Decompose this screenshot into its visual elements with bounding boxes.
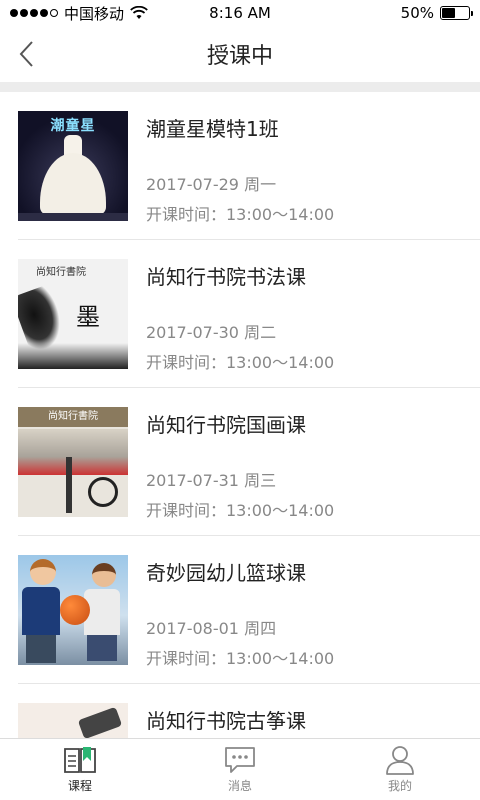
battery-percent: 50%: [400, 4, 434, 22]
tab-bar: 课程 消息 我的: [0, 738, 480, 800]
tab-messages[interactable]: 消息: [160, 739, 320, 800]
course-date: 2017-07-29 周一: [146, 175, 277, 194]
status-bar: 中国移动 8:16 AM 50%: [0, 0, 480, 26]
course-time: 开课时间：13:00～14:00: [146, 353, 335, 372]
tab-courses[interactable]: 课程: [0, 739, 160, 800]
course-info: 尚知行书院古筝课: [146, 703, 306, 738]
section-divider: [0, 82, 480, 92]
tab-label: 课程: [67, 779, 92, 793]
nav-bar: 授课中: [0, 26, 480, 82]
back-button[interactable]: [6, 34, 46, 74]
status-left: 中国移动: [10, 3, 148, 24]
battery-fill: [442, 8, 455, 18]
user-icon: [386, 746, 414, 775]
tab-profile[interactable]: 我的: [320, 739, 480, 800]
course-title: 尚知行书院国画课: [146, 413, 306, 437]
course-title: 潮童星模特1班: [146, 117, 279, 141]
course-time: 开课时间：13:00～14:00: [146, 649, 335, 668]
list-item[interactable]: 潮童星 潮童星模特1班 2017-07-29 周一 开课时间：13:00～14:…: [0, 92, 480, 240]
thumbnail-brand-text: 潮童星: [50, 118, 96, 134]
list-item[interactable]: 尚知行書院 墨 尚知行书院书法课 2017-07-30 周二 开课时间：13:0…: [0, 240, 480, 388]
course-thumbnail: [18, 703, 128, 738]
chat-icon: [225, 747, 255, 773]
course-thumbnail: 潮童星: [18, 111, 128, 221]
course-thumbnail: 尚知行書院: [18, 407, 128, 517]
course-title: 奇妙园幼儿篮球课: [146, 561, 306, 585]
battery-icon: [440, 6, 473, 20]
thumbnail-brand-text: 尚知行書院: [18, 407, 128, 427]
list-item[interactable]: 奇妙园幼儿篮球课 2017-08-01 周四 开课时间：13:00～14:00: [0, 536, 480, 684]
course-date: 2017-08-01 周四: [146, 619, 277, 638]
course-list: 潮童星 潮童星模特1班 2017-07-29 周一 开课时间：13:00～14:…: [0, 92, 480, 738]
course-time: 开课时间：13:00～14:00: [146, 205, 335, 224]
list-item[interactable]: 尚知行書院 尚知行书院国画课 2017-07-31 周三 开课时间：13:00～…: [0, 388, 480, 536]
course-info: 尚知行书院书法课 2017-07-30 周二 开课时间：13:00～14:00: [146, 259, 334, 388]
course-info: 尚知行书院国画课 2017-07-31 周三 开课时间：13:00～14:00: [146, 407, 334, 536]
course-info: 潮童星模特1班 2017-07-29 周一 开课时间：13:00～14:00: [146, 111, 334, 240]
course-thumbnail: [18, 555, 128, 665]
carrier-label: 中国移动: [64, 4, 125, 23]
course-info: 奇妙园幼儿篮球课 2017-08-01 周四 开课时间：13:00～14:00: [146, 555, 334, 684]
wifi-icon: [130, 6, 148, 19]
list-item[interactable]: 尚知行书院古筝课: [0, 684, 480, 738]
course-title: 尚知行书院古筝课: [146, 709, 306, 733]
course-title: 尚知行书院书法课: [146, 265, 306, 289]
tab-label: 我的: [387, 779, 412, 793]
signal-icon: [10, 9, 58, 17]
course-date: 2017-07-31 周三: [146, 471, 277, 490]
course-date: 2017-07-30 周二: [146, 323, 277, 342]
course-time: 开课时间：13:00～14:00: [146, 501, 335, 520]
book-icon: [64, 747, 96, 773]
chevron-left-icon: [19, 41, 33, 67]
page-title: 授课中: [206, 44, 273, 69]
status-right: 50%: [400, 4, 473, 22]
tab-label: 消息: [227, 779, 252, 793]
screen: 中国移动 8:16 AM 50% 授课中 潮童星 潮童星模特1班 2017-07…: [0, 0, 480, 800]
thumbnail-brand-text: 尚知行書院: [36, 267, 86, 278]
course-thumbnail: 尚知行書院 墨: [18, 259, 128, 369]
